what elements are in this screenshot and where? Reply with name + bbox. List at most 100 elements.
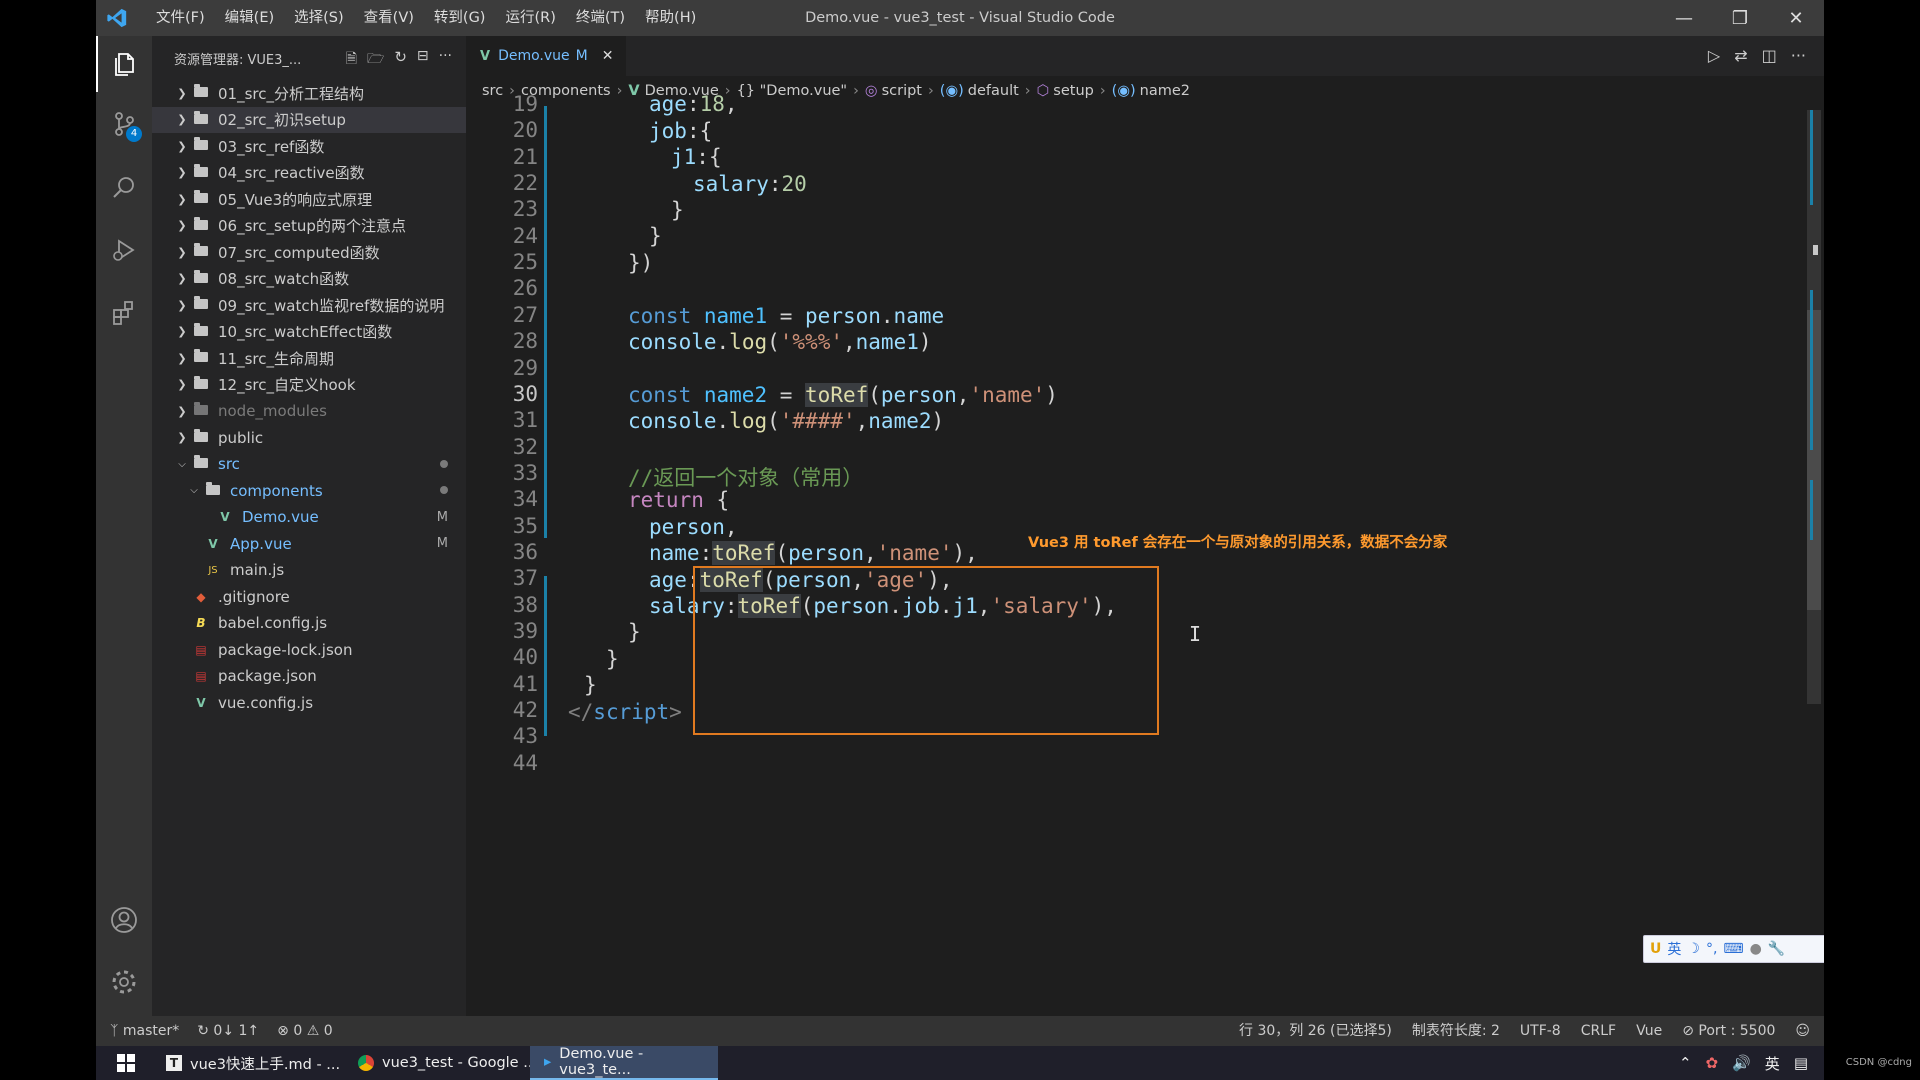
editor-scrollbar[interactable]: [1807, 110, 1821, 704]
cursor-position[interactable]: 行 30，列 26 (已选择5): [1239, 1016, 1392, 1046]
breadcrumb-default[interactable]: default: [968, 83, 1019, 99]
folder-icon: [192, 163, 210, 180]
editor-tabs: V Demo.vue M ✕ ▷ ⇄ ◫ ···: [466, 36, 1824, 76]
tree-item[interactable]: ⌵ src: [152, 451, 466, 478]
split-editor-icon[interactable]: ◫: [1762, 46, 1777, 65]
tab-demo-vue[interactable]: V Demo.vue M ✕: [466, 36, 626, 76]
tree-item[interactable]: V Demo.vue M: [152, 504, 466, 531]
editor-more-icon[interactable]: ···: [1791, 46, 1806, 65]
taskbar-item-typora[interactable]: T vue3快速上手.md - ...: [152, 1046, 352, 1080]
menu-view[interactable]: 查看(V): [354, 0, 424, 36]
tree-item[interactable]: ❯ 12_src_自定义hook: [152, 372, 466, 399]
close-window-button[interactable]: ✕: [1768, 0, 1824, 36]
git-branch[interactable]: ᛉ master*: [110, 1016, 179, 1046]
explorer-icon[interactable]: [96, 36, 152, 92]
breadcrumb-script[interactable]: script: [882, 83, 922, 99]
breadcrumb-module[interactable]: {} "Demo.vue": [737, 83, 848, 99]
compare-changes-icon[interactable]: ⇄: [1734, 46, 1747, 65]
code-editor[interactable]: 19 20 21 22 23 24 25 26 27 28 29 30 31 32 33 34 35 36 37 38…: [466, 92, 1824, 1016]
tree-item[interactable]: ▤ package.json: [152, 663, 466, 690]
language-mode[interactable]: Vue: [1636, 1016, 1662, 1046]
menu-run[interactable]: 运行(R): [495, 0, 565, 36]
menu-selection[interactable]: 选择(S): [284, 0, 354, 36]
new-file-icon[interactable]: 🗎: [346, 48, 357, 72]
breadcrumb-name2[interactable]: name2: [1140, 83, 1190, 99]
folder-icon: [192, 322, 210, 339]
taskbar-item-chrome[interactable]: vue3_test - Google ...: [344, 1046, 544, 1080]
tree-item[interactable]: Bbabel.config.js: [152, 610, 466, 637]
ime-settings-icon[interactable]: 🔧: [1768, 941, 1785, 957]
menu-go[interactable]: 转到(G): [424, 0, 496, 36]
collapse-all-icon[interactable]: ⊟: [417, 48, 429, 72]
tree-item[interactable]: ❯ public: [152, 425, 466, 452]
windows-start-icon[interactable]: [106, 1046, 146, 1080]
taskbar-item-vscode[interactable]: ▸ Demo.vue - vue3_te...: [530, 1046, 718, 1080]
tree-item[interactable]: ⌵ components: [152, 478, 466, 505]
tree-item[interactable]: ❯ 08_src_watch函数: [152, 266, 466, 293]
menu-help[interactable]: 帮助(H): [635, 0, 706, 36]
extensions-icon[interactable]: [96, 284, 152, 340]
folder-icon: [192, 296, 210, 312]
run-debug-icon[interactable]: [96, 222, 152, 278]
tree-item[interactable]: V App.vue M: [152, 531, 466, 558]
minimize-button[interactable]: —: [1656, 0, 1712, 36]
tree-item[interactable]: ❯ 01_src_分析工程结构: [152, 80, 466, 107]
ime-keyboard-icon[interactable]: ⌨: [1723, 941, 1743, 957]
tree-item[interactable]: ▤ package-lock.json: [152, 637, 466, 664]
feedback-icon[interactable]: ☺: [1795, 1016, 1810, 1046]
tree-item[interactable]: ❯ 02_src_初识setup: [152, 106, 466, 133]
os-taskbar: T vue3快速上手.md - ... vue3_test - Google .…: [96, 1046, 1824, 1080]
close-tab-icon[interactable]: ✕: [602, 48, 614, 64]
settings-gear-icon[interactable]: [96, 954, 152, 1010]
tree-item[interactable]: ❯ 09_src_watch监视ref数据的说明: [152, 292, 466, 319]
restore-button[interactable]: ❐: [1712, 0, 1768, 36]
tree-item[interactable]: ❯ 06_src_setup的两个注意点: [152, 213, 466, 240]
encoding[interactable]: UTF-8: [1520, 1016, 1561, 1046]
line-ending[interactable]: CRLF: [1581, 1016, 1616, 1046]
tree-item[interactable]: ◆ .gitignore: [152, 584, 466, 611]
menu-file[interactable]: 文件(F): [146, 0, 215, 36]
tree-item[interactable]: ❯ 10_src_watchEffect函数: [152, 319, 466, 346]
ime-logo-icon[interactable]: U: [1650, 941, 1661, 957]
tree-item[interactable]: ❯ 07_src_computed函数: [152, 239, 466, 266]
tree-item[interactable]: ❯ 11_src_生命周期: [152, 345, 466, 372]
line-number: 37: [512, 566, 538, 591]
ime-moon-icon[interactable]: ☽: [1687, 941, 1700, 957]
run-icon[interactable]: ▷: [1708, 46, 1720, 65]
tree-item[interactable]: ❯ node_modules: [152, 398, 466, 425]
ime-user-icon[interactable]: ●: [1750, 941, 1762, 957]
menu-terminal[interactable]: 终端(T): [566, 0, 635, 36]
tree-item[interactable]: Vvue.config.js: [152, 690, 466, 717]
breadcrumb-setup[interactable]: setup: [1053, 83, 1094, 99]
more-actions-icon[interactable]: ···: [439, 48, 452, 72]
npm-file-icon: ▤: [195, 642, 207, 657]
tree-item-label: 04_src_reactive函数: [218, 164, 365, 183]
account-icon[interactable]: [96, 892, 152, 948]
method-icon: ⬡: [1036, 83, 1050, 99]
input-lang[interactable]: 英: [1765, 1053, 1780, 1074]
volume-icon[interactable]: 🔊: [1732, 1054, 1751, 1072]
indentation[interactable]: 制表符长度: 2: [1412, 1016, 1500, 1046]
tray-overflow-icon[interactable]: ⌃: [1679, 1054, 1692, 1072]
ime-lang[interactable]: 英: [1667, 939, 1681, 959]
new-folder-icon[interactable]: 🗁: [367, 48, 384, 72]
ime-punct-icon[interactable]: °,: [1706, 941, 1717, 957]
refresh-icon[interactable]: ↻: [394, 48, 407, 72]
chevron-right-icon: ❯: [177, 325, 187, 339]
tree-item[interactable]: JS main.js: [152, 557, 466, 584]
tree-item[interactable]: ❯ 04_src_reactive函数: [152, 160, 466, 187]
code-line-25: }): [628, 251, 654, 275]
tree-item[interactable]: ❯ 03_src_ref函数: [152, 133, 466, 160]
menu-edit[interactable]: 编辑(E): [215, 0, 284, 36]
folder-icon: [192, 349, 210, 365]
source-control-icon[interactable]: 4: [96, 96, 152, 152]
notification-icon[interactable]: ▤: [1794, 1054, 1808, 1072]
git-file-icon: ◆: [196, 589, 206, 604]
search-icon[interactable]: [96, 160, 152, 216]
tree-item[interactable]: ❯ 05_Vue3的响应式原理: [152, 186, 466, 213]
tray-app-icon[interactable]: ✿: [1706, 1054, 1719, 1072]
problems-indicator[interactable]: ⊗ 0 ⚠ 0: [277, 1016, 333, 1046]
vue-file-icon: V: [628, 83, 640, 99]
git-sync[interactable]: ↻ 0↓ 1↑: [197, 1016, 259, 1046]
live-server-port[interactable]: ⊘ Port : 5500: [1682, 1016, 1775, 1046]
